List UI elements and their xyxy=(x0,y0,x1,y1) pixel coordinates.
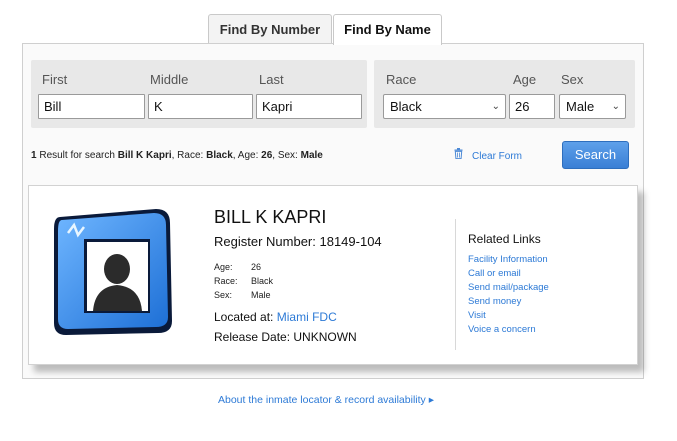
trash-icon xyxy=(454,148,466,162)
result-summary: 1 Result for search Bill K Kapri, Race: … xyxy=(31,150,323,161)
race-select[interactable]: Black ⌄ xyxy=(383,94,506,119)
first-name-label: First xyxy=(42,72,68,87)
send-mail-package-link[interactable]: Send mail/package xyxy=(468,282,549,293)
race-label: Race xyxy=(386,72,417,87)
sex-label: Sex xyxy=(561,72,584,87)
search-button[interactable]: Search xyxy=(562,141,629,169)
age-attr-value: 26 xyxy=(251,262,262,272)
middle-name-label: Middle xyxy=(150,72,189,87)
age-attr-label: Age: xyxy=(214,262,233,272)
about-inmate-locator-link[interactable]: About the inmate locator & record availa… xyxy=(218,394,434,406)
chevron-down-icon: ⌄ xyxy=(491,101,500,112)
release-date: Release Date: UNKNOWN xyxy=(214,330,357,344)
sex-select-value: Male xyxy=(566,99,595,114)
summary-prefix: Result for search xyxy=(36,150,118,161)
age-label: Age xyxy=(513,72,537,87)
race-attr-label: Race: xyxy=(214,276,238,286)
send-money-link[interactable]: Send money xyxy=(468,296,521,307)
chevron-down-icon: ⌄ xyxy=(611,101,620,112)
tab-find-by-name[interactable]: Find By Name xyxy=(333,14,442,45)
location: Located at: Miami FDC xyxy=(214,310,337,324)
age-input[interactable] xyxy=(509,94,555,119)
summary-age: 26 xyxy=(261,150,273,161)
call-or-email-link[interactable]: Call or email xyxy=(468,268,521,279)
clear-form-link[interactable]: Clear Form xyxy=(454,148,522,162)
related-links-title: Related Links xyxy=(468,232,541,246)
summary-name: Bill K Kapri xyxy=(117,150,172,161)
register-number: Register Number: 18149-104 xyxy=(214,234,382,249)
inmate-name: BILL K KAPRI xyxy=(214,207,327,227)
sex-attr-value: Male xyxy=(251,290,271,300)
sex-attr-label: Sex: xyxy=(214,290,233,300)
last-name-label: Last xyxy=(259,72,284,87)
summary-sex: Male xyxy=(300,150,323,161)
middle-name-input[interactable] xyxy=(148,94,253,119)
visit-link[interactable]: Visit xyxy=(468,310,486,321)
race-attr-value: Black xyxy=(251,276,274,286)
clear-form-label: Clear Form xyxy=(472,151,523,162)
facility-link[interactable]: Miami FDC xyxy=(277,310,337,324)
summary-race: Black xyxy=(206,150,233,161)
tab-find-by-number[interactable]: Find By Number xyxy=(208,14,332,44)
voice-a-concern-link[interactable]: Voice a concern xyxy=(468,324,536,335)
summary-age-label: , Age: xyxy=(232,150,262,161)
facility-information-link[interactable]: Facility Information xyxy=(468,254,548,265)
inmate-photo-placeholder-icon xyxy=(54,209,172,335)
summary-sex-label: , Sex: xyxy=(272,150,301,161)
race-select-value: Black xyxy=(390,99,422,114)
first-name-input[interactable] xyxy=(38,94,145,119)
last-name-input[interactable] xyxy=(256,94,362,119)
sex-select[interactable]: Male ⌄ xyxy=(559,94,626,119)
card-divider xyxy=(455,219,456,350)
location-label: Located at: xyxy=(214,310,274,324)
summary-race-label: , Race: xyxy=(171,150,207,161)
